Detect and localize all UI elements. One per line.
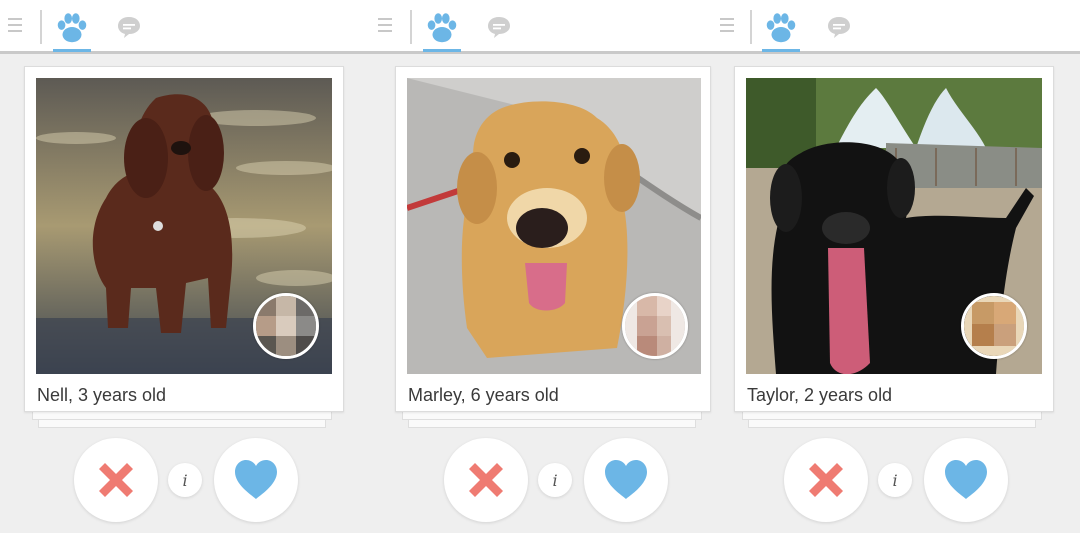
paw-icon[interactable] [53,9,91,47]
owner-avatar[interactable] [253,293,319,359]
dislike-button[interactable] [444,438,528,522]
card-stack-edge [38,420,326,428]
profile-caption: Nell, 3 years old [37,385,167,405]
profile-caption: Taylor, 2 years old [747,385,893,405]
paw-icon[interactable] [762,9,800,47]
heart-icon [945,460,987,499]
card-stack-edge [748,420,1036,428]
dislike-button[interactable] [74,438,158,522]
like-button[interactable] [584,438,668,522]
hamburger-menu-icon[interactable] [378,18,392,34]
x-icon [469,463,503,497]
active-tab-indicator [423,49,461,52]
dislike-button[interactable] [784,438,868,522]
app-screen-2: Marley, 6 years old i [360,0,720,533]
nav-divider [410,10,412,44]
like-button[interactable] [924,438,1008,522]
profile-caption: Marley, 6 years old [408,385,559,405]
info-button[interactable]: i [878,463,912,497]
owner-avatar[interactable] [961,293,1027,359]
like-button[interactable] [214,438,298,522]
card-stack-edge [32,412,332,420]
owner-avatar[interactable] [622,293,688,359]
app-screen-3: Taylor, 2 years old i [720,0,1080,533]
profile-card[interactable]: Nell, 3 years old [24,66,344,412]
top-navigation-bar [720,0,1080,54]
chat-bubble-icon[interactable] [116,14,142,40]
info-button[interactable]: i [168,463,202,497]
heart-icon [235,460,277,499]
app-screen-1: Nell, 3 years old i [0,0,360,533]
chat-bubble-icon[interactable] [826,14,852,40]
info-button[interactable]: i [538,463,572,497]
hamburger-menu-icon[interactable] [8,18,22,34]
hamburger-menu-icon[interactable] [720,18,734,34]
nav-divider [40,10,42,44]
card-stack-edge [402,412,702,420]
chat-bubble-icon[interactable] [486,14,512,40]
heart-icon [605,460,647,499]
card-stack-edge [408,420,696,428]
profile-card[interactable]: Marley, 6 years old [395,66,711,412]
nav-divider [750,10,752,44]
top-navigation-bar [360,0,720,54]
active-tab-indicator [53,49,91,52]
card-stack-edge [742,412,1042,420]
profile-card[interactable]: Taylor, 2 years old [734,66,1054,412]
paw-icon[interactable] [423,9,461,47]
x-icon [809,463,843,497]
x-icon [99,463,133,497]
top-navigation-bar [0,0,360,54]
active-tab-indicator [762,49,800,52]
